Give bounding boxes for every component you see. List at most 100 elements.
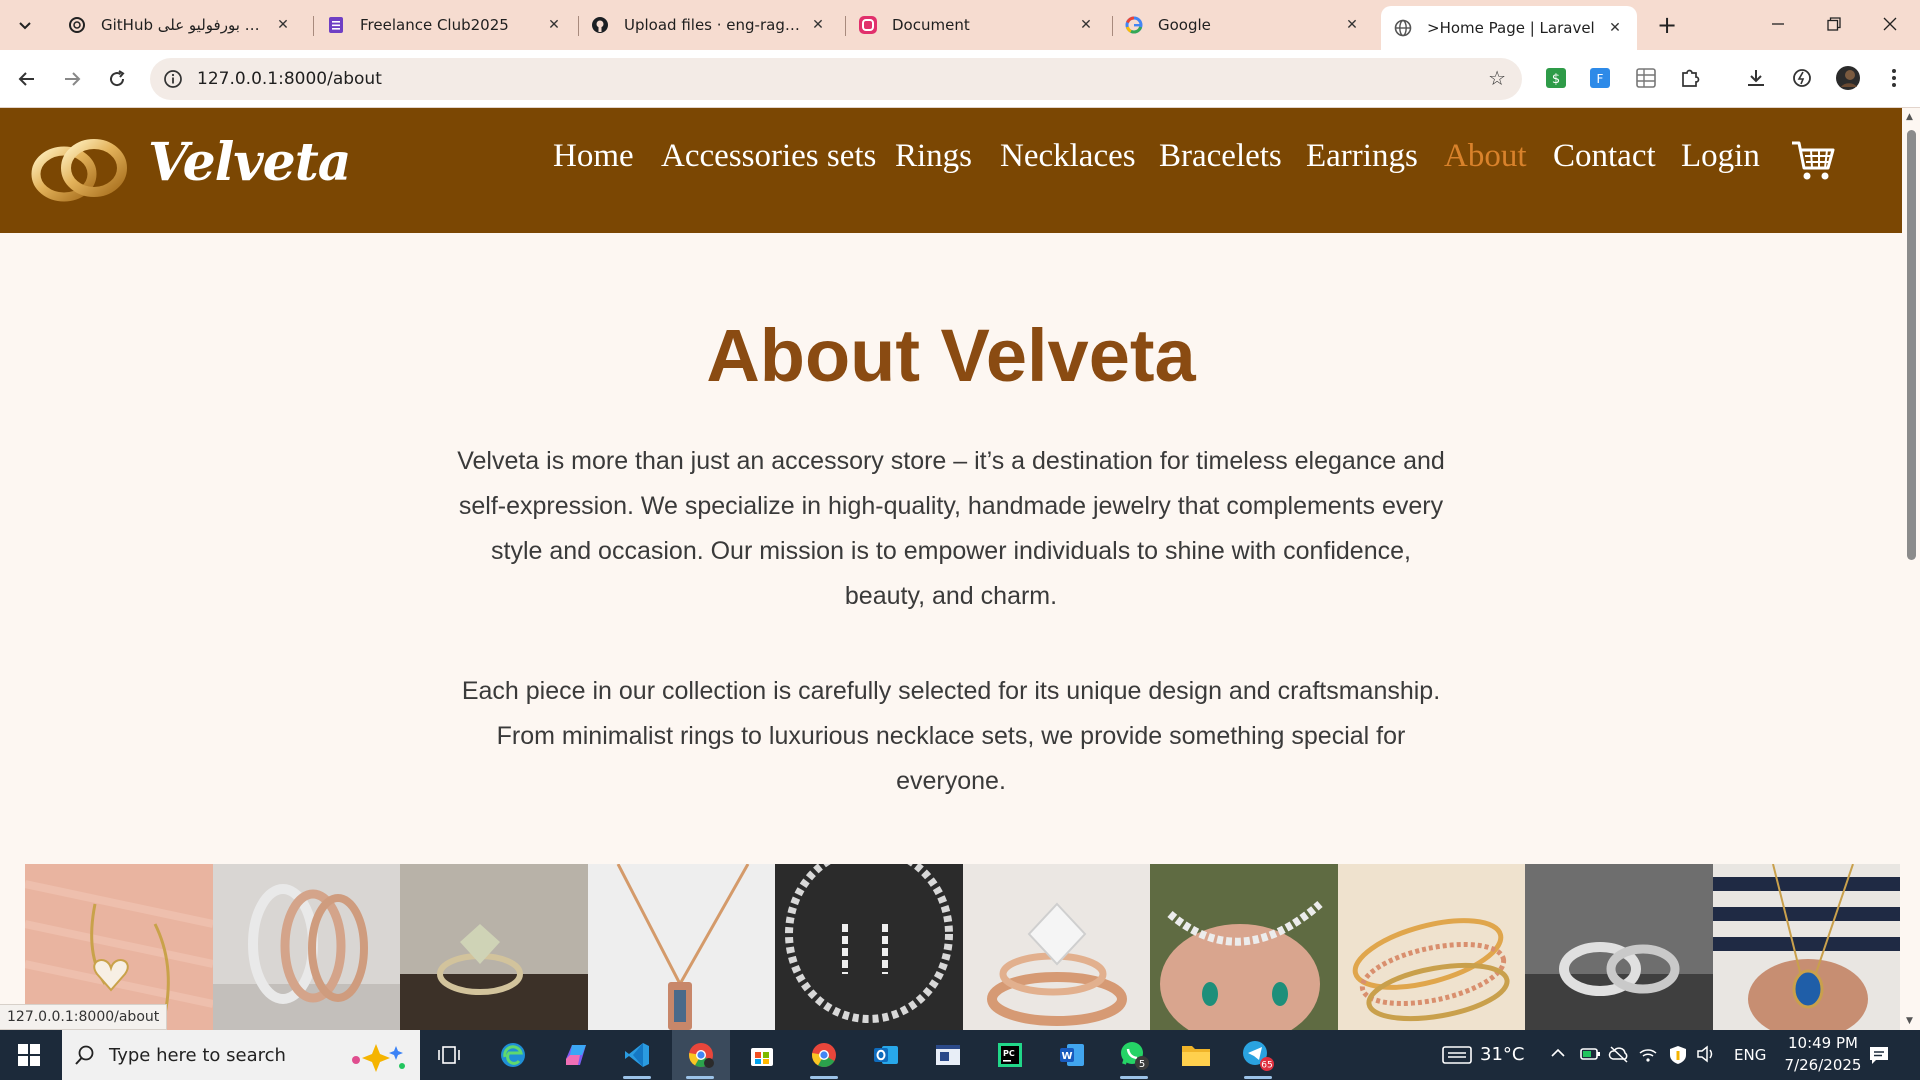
- address-bar[interactable]: 127.0.0.1:8000/about ☆: [150, 58, 1522, 100]
- chrome-profile-icon: [689, 1043, 714, 1068]
- nav-necklaces[interactable]: Necklaces: [1000, 138, 1136, 175]
- tab-home-page-laravel[interactable]: >Home Page | Laravel ✕: [1381, 6, 1637, 50]
- volume-icon[interactable]: [1696, 1045, 1716, 1067]
- windows-taskbar: Type here to search PC W 5 65 31°C ENG 1…: [0, 1030, 1920, 1080]
- translate-extension-icon[interactable]: F: [1586, 64, 1614, 92]
- nav-contact[interactable]: Contact: [1553, 138, 1656, 175]
- tab-google[interactable]: Google ✕: [1112, 8, 1374, 42]
- page-scrollbar[interactable]: ▲ ▼: [1902, 108, 1920, 1030]
- close-tab-icon[interactable]: ✕: [273, 15, 293, 35]
- nav-login[interactable]: Login: [1681, 138, 1760, 175]
- tab-upload-files[interactable]: Upload files · eng-raghadsaleh ✕: [578, 8, 840, 42]
- svg-text:W: W: [1061, 1051, 1072, 1062]
- nav-accessories-sets[interactable]: Accessories sets: [661, 138, 876, 175]
- scroll-down-arrow-icon[interactable]: ▼: [1906, 1016, 1913, 1026]
- weather-icon[interactable]: [1442, 1045, 1472, 1069]
- brand-logo-text[interactable]: Velveta: [148, 132, 351, 193]
- scrollbar-thumb[interactable]: [1907, 130, 1916, 560]
- browser-tabstrip: GitHub عمل بورفوليو على ✕ Freelance Club…: [0, 0, 1920, 50]
- battery-saver-icon[interactable]: [1580, 1045, 1602, 1067]
- whatsapp-badge: 5: [1139, 1059, 1145, 1070]
- weather-temperature[interactable]: 31°C: [1480, 1044, 1524, 1065]
- profile-avatar[interactable]: [1834, 64, 1862, 92]
- input-language[interactable]: ENG: [1734, 1046, 1766, 1064]
- back-button[interactable]: [10, 62, 44, 96]
- shopping-cart-icon[interactable]: [1790, 138, 1836, 184]
- app-icon: [858, 15, 878, 35]
- taskbar-edge[interactable]: [485, 1030, 541, 1080]
- site-info-icon[interactable]: [162, 68, 184, 90]
- performance-icon[interactable]: [1788, 64, 1816, 92]
- notification-center-icon[interactable]: [1868, 1044, 1890, 1070]
- taskbar-vscode[interactable]: [609, 1030, 665, 1080]
- tab-freelance-club[interactable]: Freelance Club2025 ✕: [314, 8, 576, 42]
- chrome-icon: [812, 1043, 836, 1068]
- about-paragraph-collection: Each piece in our collection is carefull…: [461, 677, 1441, 795]
- taskbar-telegram[interactable]: 65: [1230, 1030, 1286, 1080]
- wedding-rings-logo-icon[interactable]: [30, 136, 130, 202]
- tab-github-portfolio[interactable]: GitHub عمل بورفوليو على ✕: [55, 8, 305, 42]
- telegram-icon: 65: [1243, 1041, 1274, 1071]
- taskbar-file-explorer[interactable]: [1168, 1030, 1224, 1080]
- forward-button[interactable]: [55, 62, 89, 96]
- wedding-bands-photo: [1525, 864, 1713, 1030]
- show-hidden-icons-chevron-icon[interactable]: [1550, 1045, 1566, 1065]
- nav-bracelets[interactable]: Bracelets: [1159, 138, 1282, 175]
- taskbar-pycharm[interactable]: PC: [982, 1030, 1038, 1080]
- restore-button[interactable]: [1806, 0, 1862, 48]
- wifi-icon[interactable]: [1638, 1045, 1658, 1067]
- outlook-icon: [874, 1046, 898, 1064]
- diamond-ring-photo: [400, 864, 588, 1030]
- close-tab-icon[interactable]: ✕: [1076, 15, 1096, 35]
- security-shield-icon[interactable]: [1668, 1045, 1688, 1069]
- extensions-puzzle-icon[interactable]: [1676, 64, 1704, 92]
- google-icon: [1124, 15, 1144, 35]
- chevron-down-icon: [19, 22, 31, 30]
- taskbar-windows-app[interactable]: [920, 1030, 976, 1080]
- copilot-sparkle-icon[interactable]: [330, 1040, 410, 1072]
- tab-search-button[interactable]: [10, 10, 40, 40]
- browser-menu-icon[interactable]: [1880, 64, 1908, 92]
- taskbar-word[interactable]: W: [1044, 1030, 1100, 1080]
- start-button[interactable]: [0, 1030, 58, 1080]
- close-window-button[interactable]: [1862, 0, 1918, 48]
- downloads-icon[interactable]: [1742, 64, 1770, 92]
- search-icon: [75, 1045, 94, 1065]
- clock-date[interactable]: 7/26/2025: [1778, 1056, 1868, 1074]
- scroll-up-arrow-icon[interactable]: ▲: [1906, 112, 1913, 122]
- forms-icon: [326, 15, 346, 35]
- task-view-button[interactable]: [421, 1030, 477, 1080]
- bookmark-star-icon[interactable]: ☆: [1488, 66, 1506, 90]
- taskbar-outlook[interactable]: [858, 1030, 914, 1080]
- nav-rings[interactable]: Rings: [895, 138, 972, 175]
- reload-button[interactable]: [100, 62, 134, 96]
- copilot-icon: [566, 1045, 586, 1065]
- engagement-rings-photo: [962, 864, 1150, 1030]
- arrow-right-icon: [65, 72, 81, 86]
- clock-time[interactable]: 10:49 PM: [1782, 1034, 1864, 1052]
- taskbar-copilot[interactable]: [548, 1030, 604, 1080]
- close-tab-icon[interactable]: ✕: [1342, 15, 1362, 35]
- minimize-button[interactable]: [1750, 0, 1806, 48]
- nav-home[interactable]: Home: [553, 138, 634, 175]
- grid-extension-icon[interactable]: [1632, 64, 1660, 92]
- taskbar-search-box[interactable]: Type here to search: [62, 1030, 420, 1080]
- tab-document[interactable]: Document ✕: [846, 8, 1108, 42]
- taskbar-whatsapp[interactable]: 5: [1106, 1030, 1162, 1080]
- microsoft-store-icon: [751, 1048, 773, 1066]
- vscode-icon: [625, 1043, 649, 1067]
- nav-earrings[interactable]: Earrings: [1306, 138, 1418, 175]
- onedrive-icon[interactable]: [1608, 1045, 1630, 1067]
- new-tab-button[interactable]: +: [1652, 10, 1682, 40]
- url-text[interactable]: 127.0.0.1:8000/about: [197, 69, 382, 89]
- close-tab-icon[interactable]: ✕: [544, 15, 564, 35]
- taskbar-chrome[interactable]: [796, 1030, 852, 1080]
- link-status-tooltip: 127.0.0.1:8000/about: [0, 1004, 168, 1030]
- close-tab-icon[interactable]: ✕: [1605, 18, 1625, 38]
- money-extension-icon[interactable]: $: [1542, 64, 1570, 92]
- close-tab-icon[interactable]: ✕: [808, 15, 828, 35]
- taskbar-chrome-active[interactable]: [672, 1030, 730, 1080]
- necklace-set-photo: [775, 864, 963, 1030]
- taskbar-store[interactable]: [734, 1030, 790, 1080]
- nav-about[interactable]: About: [1444, 138, 1527, 175]
